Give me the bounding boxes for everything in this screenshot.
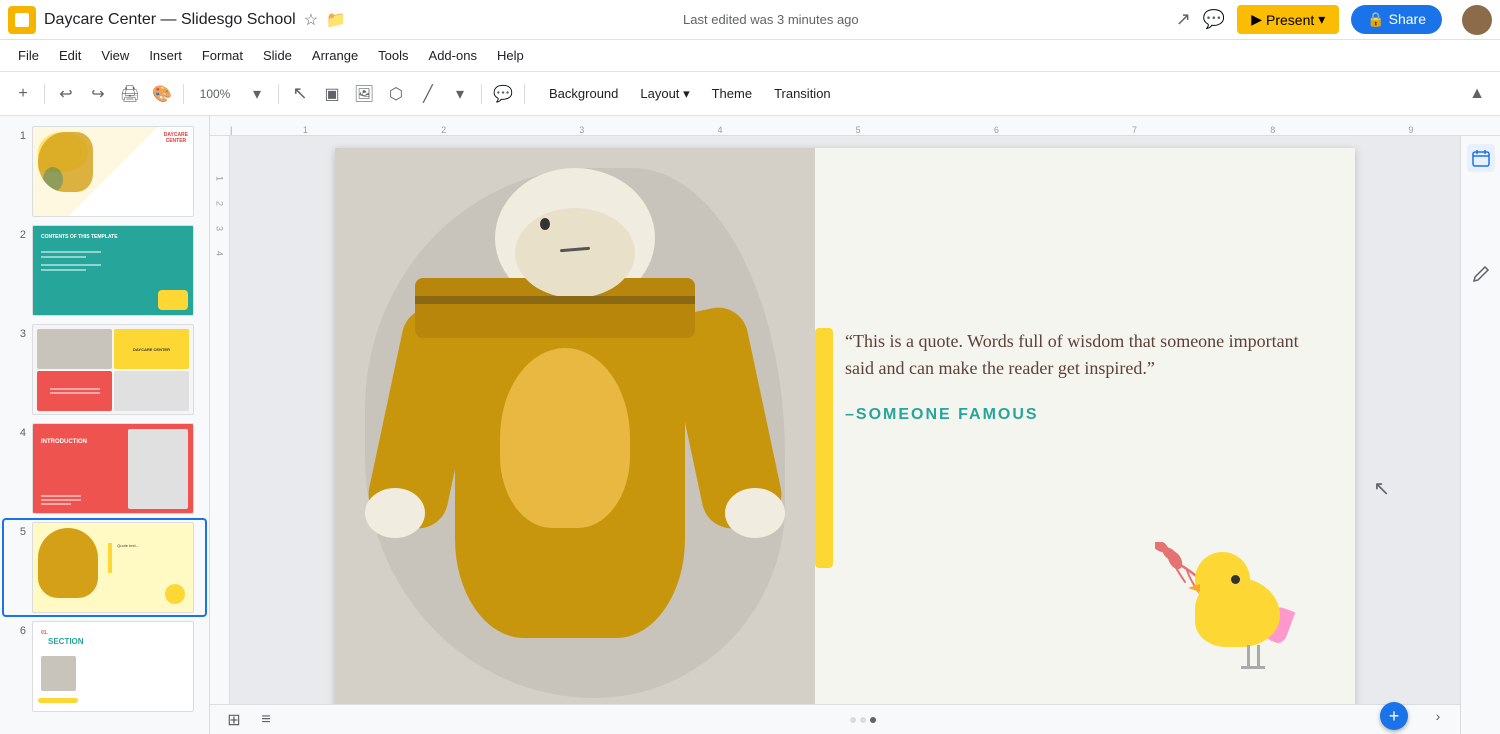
add-slide-button[interactable]: + bbox=[1380, 702, 1408, 730]
transition-button[interactable]: Transition bbox=[764, 82, 841, 105]
slide-background: “This is a quote. Words full of wisdom t… bbox=[335, 148, 1355, 722]
theme-button[interactable]: Theme bbox=[702, 82, 762, 105]
menu-view[interactable]: View bbox=[91, 44, 139, 67]
undo-button[interactable]: ↩ bbox=[51, 79, 81, 109]
view-controls: ⊞ ≡ bbox=[222, 708, 278, 732]
toolbar-collapse-button[interactable]: ▲ bbox=[1462, 79, 1492, 109]
slide-dot-1 bbox=[850, 717, 856, 723]
slide-canvas[interactable]: “This is a quote. Words full of wisdom t… bbox=[335, 148, 1355, 722]
menu-slide[interactable]: Slide bbox=[253, 44, 302, 67]
slide-number-6: 6 bbox=[8, 621, 26, 637]
slide-thumb-4: INTRODUCTION bbox=[32, 423, 194, 514]
quote-section: “This is a quote. Words full of wisdom t… bbox=[845, 328, 1305, 424]
slide-item-4[interactable]: 4 INTRODUCTION bbox=[4, 421, 205, 516]
slide-thumb-5: Quote text... bbox=[32, 522, 194, 613]
horizontal-ruler: | 1 2 3 4 5 6 7 8 9 bbox=[210, 116, 1500, 136]
sep1 bbox=[44, 84, 45, 104]
slide-number-2: 2 bbox=[8, 225, 26, 241]
slide-progress-dots bbox=[850, 717, 876, 723]
slide-thumb-6: 01. SECTION bbox=[32, 621, 194, 712]
star-icon[interactable]: ☆ bbox=[304, 10, 318, 30]
line-tool[interactable]: ╱ bbox=[413, 79, 443, 109]
menu-arrange[interactable]: Arrange bbox=[302, 44, 368, 67]
main-layout: 1 DAYCARECENTER 2 CONTENTS OF THIS TEMPL… bbox=[0, 116, 1500, 734]
slide-dot-2 bbox=[860, 717, 866, 723]
list-view-button[interactable]: ≡ bbox=[254, 708, 278, 732]
slide-item-2[interactable]: 2 CONTENTS OF THIS TEMPLATE bbox=[4, 223, 205, 318]
menu-file[interactable]: File bbox=[8, 44, 49, 67]
grid-view-button[interactable]: ⊞ bbox=[222, 708, 246, 732]
slide-number-1: 1 bbox=[8, 126, 26, 142]
menu-insert[interactable]: Insert bbox=[139, 44, 192, 67]
vertical-ruler: 1 2 3 4 bbox=[210, 136, 230, 734]
redo-button[interactable]: ↪ bbox=[83, 79, 113, 109]
sep5 bbox=[524, 84, 525, 104]
present-button[interactable]: ▶ Present ▾ bbox=[1237, 5, 1339, 34]
menu-tools[interactable]: Tools bbox=[368, 44, 418, 67]
toolbar: + ↩ ↪ 🖨 🎨 100% ▾ ↖ ▣ 🖼 ⬡ ╱ ▾ 💬 Backgroun… bbox=[0, 72, 1500, 116]
slide-thumb-3: DAYCARE CENTER bbox=[32, 324, 194, 415]
present-dropdown-icon: ▾ bbox=[1318, 11, 1325, 28]
slide-dot-3 bbox=[870, 717, 876, 723]
menu-help[interactable]: Help bbox=[487, 44, 534, 67]
trend-icon[interactable]: ↗ bbox=[1176, 9, 1191, 30]
select-tool[interactable]: ↖ bbox=[285, 79, 315, 109]
slide-thumb-2: CONTENTS OF THIS TEMPLATE bbox=[32, 225, 194, 316]
canvas-area-wrapper: | 1 2 3 4 5 6 7 8 9 1 2 3 4 bbox=[210, 116, 1500, 734]
layout-dropdown-icon: ▾ bbox=[683, 86, 690, 101]
sidebar-pencil-icon[interactable] bbox=[1467, 260, 1495, 288]
bird-illustration bbox=[1155, 552, 1295, 672]
background-button[interactable]: Background bbox=[539, 82, 628, 105]
slide-number-4: 4 bbox=[8, 423, 26, 439]
menu-edit[interactable]: Edit bbox=[49, 44, 91, 67]
yellow-accent-bar bbox=[815, 328, 833, 568]
paint-format-button[interactable]: 🎨 bbox=[147, 79, 177, 109]
expand-button[interactable]: › bbox=[1424, 702, 1452, 730]
layout-button[interactable]: Layout ▾ bbox=[630, 82, 699, 106]
present-icon: ▶ bbox=[1251, 11, 1262, 28]
avatar[interactable] bbox=[1462, 5, 1492, 35]
sep2 bbox=[183, 84, 184, 104]
sidebar-calendar-icon[interactable] bbox=[1467, 144, 1495, 172]
zoom-dropdown[interactable]: ▾ bbox=[242, 79, 272, 109]
slide-item-6[interactable]: 6 01. SECTION bbox=[4, 619, 205, 714]
monkey-photo[interactable] bbox=[335, 148, 815, 722]
slide-item-1[interactable]: 1 DAYCARECENTER bbox=[4, 124, 205, 219]
print-button[interactable]: 🖨 bbox=[115, 79, 145, 109]
menu-format[interactable]: Format bbox=[192, 44, 253, 67]
add-comment-button[interactable]: 💬 bbox=[488, 79, 518, 109]
cursor-indicator: ↖ bbox=[1373, 476, 1390, 501]
add-button[interactable]: + bbox=[8, 79, 38, 109]
comment-icon[interactable]: 💬 bbox=[1203, 9, 1225, 30]
sep3 bbox=[278, 84, 279, 104]
bottom-bar: ⊞ ≡ + › bbox=[210, 704, 1460, 734]
frame-tool[interactable]: ▣ bbox=[317, 79, 347, 109]
image-tool[interactable]: 🖼 bbox=[349, 79, 379, 109]
more-tools[interactable]: ▾ bbox=[445, 79, 475, 109]
slide-thumb-1: DAYCARECENTER bbox=[32, 126, 194, 217]
quote-text: “This is a quote. Words full of wisdom t… bbox=[845, 328, 1305, 382]
app-icon bbox=[8, 6, 36, 34]
menu-addons[interactable]: Add-ons bbox=[419, 44, 487, 67]
share-button[interactable]: 🔒 Share bbox=[1351, 5, 1442, 34]
right-sidebar bbox=[1460, 136, 1500, 734]
slide-number-5: 5 bbox=[8, 522, 26, 538]
quote-author: –SOMEONE FAMOUS bbox=[845, 406, 1305, 424]
sep4 bbox=[481, 84, 482, 104]
shape-tool[interactable]: ⬡ bbox=[381, 79, 411, 109]
canvas-area[interactable]: “This is a quote. Words full of wisdom t… bbox=[230, 136, 1460, 734]
toolbar-right: Background Layout ▾ Theme Transition bbox=[539, 82, 841, 106]
slide-item-5[interactable]: 5 Quote text... bbox=[4, 520, 205, 615]
slides-panel: 1 DAYCARECENTER 2 CONTENTS OF THIS TEMPL… bbox=[0, 116, 210, 734]
title-bar: Daycare Center — Slidesgo School ☆ 📁 Las… bbox=[0, 0, 1500, 40]
menu-bar: File Edit View Insert Format Slide Arran… bbox=[0, 40, 1500, 72]
zoom-button[interactable]: 100% bbox=[190, 79, 240, 109]
folder-icon[interactable]: 📁 bbox=[326, 10, 346, 30]
slide-item-3[interactable]: 3 DAYCARE CENTER bbox=[4, 322, 205, 417]
last-edit-label: Last edited was 3 minutes ago bbox=[683, 12, 859, 27]
slide-number-3: 3 bbox=[8, 324, 26, 340]
title-icons: ☆ 📁 bbox=[304, 10, 346, 30]
document-title: Daycare Center — Slidesgo School bbox=[44, 11, 296, 29]
